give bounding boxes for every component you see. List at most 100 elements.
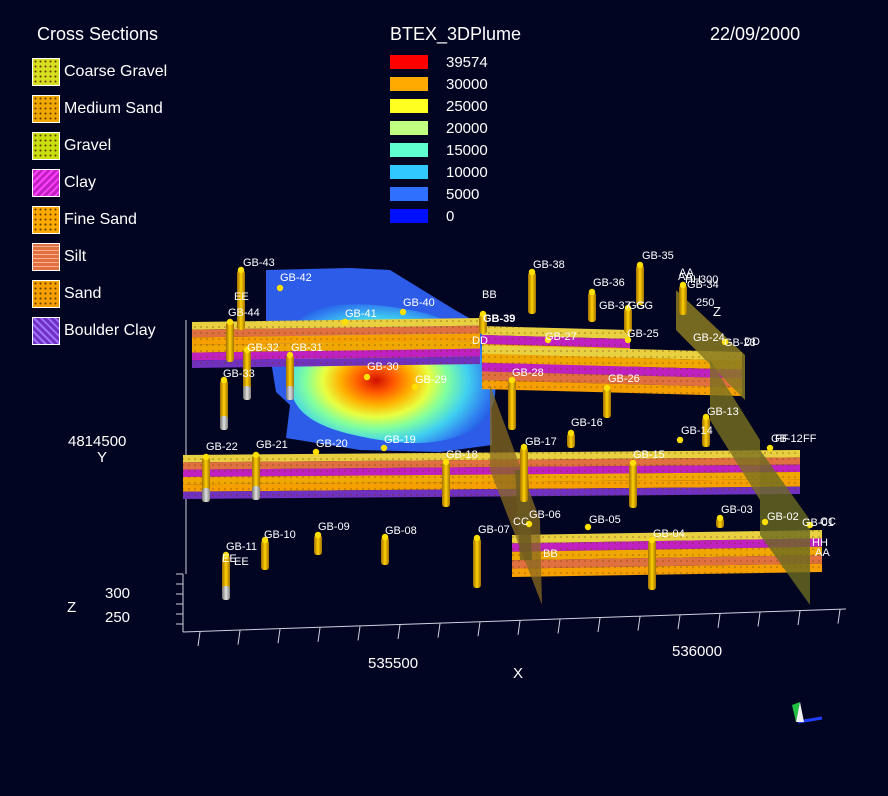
3d-scene-viewport[interactable]: GB-43 GB-42 GB-44 GB-41 GB-40 GB-39 GB-38 GB-36… (0, 0, 888, 796)
z-axis-tick-250: 250 (105, 609, 130, 626)
borehole-base (220, 416, 228, 430)
y-axis-title: Y (97, 449, 107, 466)
borehole-label: GB-40 (403, 297, 435, 309)
borehole-label: GB-30 (367, 361, 399, 373)
borehole-shaft (629, 463, 637, 508)
borehole-top-marker (363, 373, 371, 381)
borehole-shaft (381, 537, 389, 565)
x-axis-tick-536000: 536000 (672, 643, 722, 660)
borehole-top-marker (252, 451, 260, 459)
z-axis-title: Z (67, 599, 76, 616)
borehole-shaft (508, 380, 516, 430)
borehole-shaft (603, 388, 611, 418)
borehole-label: GB-07 (478, 524, 510, 536)
section-label: AA (678, 271, 693, 283)
borehole-top-marker (766, 444, 774, 452)
section-label: FF (803, 433, 817, 445)
borehole-shaft (679, 285, 687, 315)
borehole-label: GB-31 (291, 342, 323, 354)
borehole-shaft (226, 322, 234, 362)
borehole-shaft (528, 272, 536, 314)
box-z-tick-250: 250 (696, 297, 714, 309)
borehole-label: GB-24 (693, 332, 725, 344)
section-label: FF (775, 433, 789, 445)
y-axis-tick-label: 4814500 (68, 433, 126, 450)
borehole-shaft (588, 292, 596, 322)
borehole-label: GB-18 (446, 449, 478, 461)
borehole-base (286, 386, 294, 400)
borehole-label: GB-27 (545, 331, 577, 343)
borehole-shaft (520, 447, 528, 502)
section-label: BB (482, 289, 497, 301)
borehole-top-marker (676, 436, 684, 444)
section-label: BB (543, 548, 558, 560)
borehole-label: GB-15 (633, 449, 665, 461)
borehole-shaft (473, 538, 481, 588)
section-label: EE (234, 291, 249, 303)
borehole-label: GB-10 (264, 529, 296, 541)
borehole-label: GB-04 (653, 528, 685, 540)
section-label: GG (636, 300, 653, 312)
borehole-label: GB-38 (533, 259, 565, 271)
borehole-top-marker (276, 284, 284, 292)
borehole-shaft (648, 540, 656, 590)
borehole-label: GB-09 (318, 521, 350, 533)
borehole-label: GB-02 (767, 511, 799, 523)
borehole-shaft (261, 540, 269, 570)
borehole-label: GB-16 (571, 417, 603, 429)
borehole-label: GB-11 (226, 541, 257, 553)
borehole-label: GB-08 (385, 525, 417, 537)
borehole-label: GB-37 (599, 300, 631, 312)
borehole-label: GB-26 (608, 373, 640, 385)
borehole-base (222, 586, 230, 600)
borehole-top-marker (567, 429, 575, 437)
borehole-label: GB-43 (243, 257, 275, 269)
strata-texture (192, 318, 480, 368)
section-label: EE (234, 556, 249, 568)
section-label: DD (472, 335, 488, 347)
borehole-label: GB-33 (223, 368, 255, 380)
axis-ticks (176, 573, 841, 647)
borehole-top-marker (202, 453, 210, 461)
x-axis-title: X (513, 665, 523, 682)
borehole-label: GB-06 (529, 509, 561, 521)
borehole-top-marker (636, 261, 644, 269)
borehole-label: GB-32 (247, 342, 279, 354)
box-z-tick-300: 300 (700, 274, 718, 286)
borehole-label: GB-39 (483, 313, 515, 325)
borehole-top-marker (226, 318, 234, 326)
borehole-label: GB-03 (721, 504, 753, 516)
box-z-title: Z (713, 304, 721, 319)
borehole-label: GB-42 (280, 272, 312, 284)
borehole-shaft (636, 265, 644, 305)
borehole-label: GB-25 (627, 328, 659, 340)
borehole-label: GB-21 (256, 439, 288, 451)
borehole-label: GB-36 (593, 277, 625, 289)
borehole-top-marker (399, 308, 407, 316)
borehole-label: GB-13 (707, 406, 739, 418)
section-label: AA (815, 547, 830, 559)
borehole-label: GB-22 (206, 441, 238, 453)
borehole-label: GB-44 (228, 307, 260, 319)
borehole-label: GB-19 (384, 434, 416, 446)
section-label: CC (820, 516, 836, 528)
z-axis-tick-300: 300 (105, 585, 130, 602)
borehole-label: GB-05 (589, 514, 621, 526)
borehole-label: GB-20 (316, 438, 348, 450)
borehole-base (202, 488, 210, 502)
borehole-label: GB-29 (415, 374, 447, 386)
borehole-top-marker (603, 384, 611, 392)
orientation-triad-icon[interactable] (792, 702, 823, 724)
borehole-base (252, 486, 260, 500)
borehole-shaft (442, 462, 450, 507)
borehole-label: GB-17 (525, 436, 557, 448)
x-axis-tick-535500: 535500 (368, 655, 418, 672)
borehole-base (243, 386, 251, 400)
borehole-top-marker (588, 288, 596, 296)
section-label: DD (744, 336, 760, 348)
section-label: CC (513, 516, 529, 528)
borehole-label: GB-35 (642, 250, 674, 262)
borehole-label: GB-41 (345, 308, 377, 320)
borehole-label: GB-28 (512, 367, 544, 379)
borehole-label: GB-14 (681, 425, 713, 437)
